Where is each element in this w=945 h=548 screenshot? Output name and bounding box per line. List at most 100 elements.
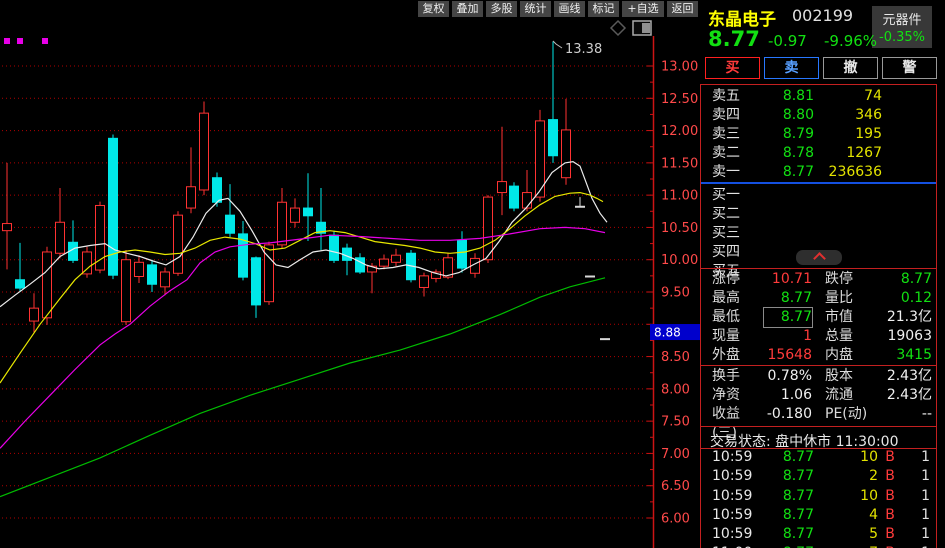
quote-stats-primary: 涨停10.71跌停8.77最高8.77量比0.12最低8.77市值21.3亿现量…	[700, 270, 936, 365]
tick-side-flag: B	[878, 467, 902, 486]
toolbar-button-画线[interactable]: 画线	[554, 1, 585, 17]
tick-side-flag: B	[878, 448, 902, 467]
bid-label: 买一	[712, 186, 750, 205]
axis-label: 12.50	[661, 92, 698, 107]
ask-label: 卖四	[712, 106, 750, 125]
chevron-up-icon	[813, 252, 826, 265]
stat-label: 最低	[712, 308, 764, 327]
alert-button[interactable]: 警	[882, 57, 937, 79]
panel-separator	[700, 365, 936, 366]
ask-row[interactable]: 卖二8.781267	[700, 144, 936, 163]
window-layout-icon-fill	[642, 23, 650, 33]
tick-time: 10:59	[712, 467, 756, 486]
ask-label: 卖二	[712, 144, 750, 163]
stat-value: 19063	[883, 327, 936, 346]
tick-count: 1	[902, 467, 936, 486]
tick-volume: 5	[814, 525, 878, 544]
tick-volume: 10	[814, 487, 878, 506]
signal-marker	[42, 38, 48, 44]
stat-row: 净资1.06流通2.43亿	[700, 386, 936, 405]
bid-label: 买四	[712, 243, 750, 262]
ask-label: 卖三	[712, 125, 750, 144]
candle-up	[30, 308, 39, 321]
panel-separator	[700, 448, 936, 449]
last-price: 8.77	[708, 27, 760, 51]
toolbar-button-+自选[interactable]: +自选	[622, 1, 664, 17]
sector-name: 元器件	[872, 9, 932, 28]
bid-row[interactable]: 买三	[700, 224, 936, 243]
axis-label: 7.50	[661, 415, 690, 430]
panel-separator	[700, 268, 936, 269]
bid-levels: 买一买二买三买四买五	[700, 186, 936, 281]
ask-price: 8.80	[750, 106, 814, 125]
ask-volume: 236636	[814, 163, 882, 182]
tick-row: 10:598.772B1	[700, 467, 936, 486]
tick-price: 8.77	[756, 467, 814, 486]
tick-row: 10:598.775B1	[700, 525, 936, 544]
stat-label: 收益(三)	[712, 405, 764, 424]
stat-label: 内盘	[825, 346, 883, 365]
sector-box[interactable]: 元器件 -0.35%	[872, 6, 932, 48]
ask-row[interactable]: 卖四8.80346	[700, 106, 936, 125]
bid-price	[750, 186, 814, 205]
toolbar-button-复权[interactable]: 复权	[418, 1, 449, 17]
bid-row[interactable]: 买二	[700, 205, 936, 224]
signal-marker	[17, 38, 23, 44]
price-change-pct: -9.96%	[824, 32, 877, 50]
stat-value: 1.06	[764, 386, 812, 405]
ask-volume: 1267	[814, 144, 882, 163]
ask-volume: 195	[814, 125, 882, 144]
stat-value: 3415	[883, 346, 936, 365]
stat-value: 0.78%	[764, 367, 812, 386]
buy-button[interactable]: 买	[705, 57, 760, 79]
tick-volume: 7	[814, 544, 878, 548]
axis-label: 11.00	[661, 189, 698, 204]
order-buttons: 买卖撤警	[705, 57, 937, 79]
axis-label: 7.00	[661, 447, 690, 462]
candle-up	[122, 260, 131, 322]
panel-border-right	[936, 84, 937, 548]
candle-down	[226, 215, 235, 233]
tick-count: 1	[902, 525, 936, 544]
kline-chart[interactable]: 13.0012.5012.0011.5011.0010.5010.009.508…	[0, 0, 705, 548]
toolbar-button-叠加[interactable]: 叠加	[452, 1, 483, 17]
diamond-icon[interactable]	[611, 21, 625, 35]
stat-label: 跌停	[825, 270, 883, 289]
ask-price: 8.78	[750, 144, 814, 163]
ask-levels: 卖五8.8174卖四8.80346卖三8.79195卖二8.781267卖一8.…	[700, 87, 936, 182]
candle-up	[200, 113, 209, 190]
bid-label: 买三	[712, 224, 750, 243]
candle-up	[174, 215, 183, 273]
ask-row[interactable]: 卖五8.8174	[700, 87, 936, 106]
tick-volume: 10	[814, 448, 878, 467]
ask-row[interactable]: 卖三8.79195	[700, 125, 936, 144]
candle-up	[392, 255, 401, 262]
ask-label: 卖一	[712, 163, 750, 182]
stat-row: 外盘15648 内盘3415	[700, 346, 936, 365]
tick-price: 8.77	[756, 525, 814, 544]
quote-panel: 东晶电子 002199 元器件 -0.35% 8.77 -0.97 -9.96%…	[700, 0, 945, 548]
toolbar-button-返回[interactable]: 返回	[667, 1, 698, 17]
candle-up	[135, 262, 144, 276]
time-and-sales: 10:598.7710B110:598.772B110:598.7710B110…	[700, 448, 936, 548]
candle-up	[3, 224, 12, 231]
candle-down	[458, 240, 467, 268]
stat-label: 外盘	[712, 346, 764, 365]
toolbar-button-统计[interactable]: 统计	[520, 1, 551, 17]
toolbar-button-标记[interactable]: 标记	[588, 1, 619, 17]
expand-orderbook-button[interactable]	[796, 250, 842, 265]
sell-button[interactable]: 卖	[764, 57, 819, 79]
ask-price: 8.81	[750, 87, 814, 106]
bid-volume	[814, 186, 882, 205]
stat-value: 15648	[764, 346, 812, 365]
toolbar-button-多股[interactable]: 多股	[486, 1, 517, 17]
bid-row[interactable]: 买一	[700, 186, 936, 205]
stat-row: 最低8.77市值21.3亿	[700, 308, 936, 327]
cancel-button[interactable]: 撤	[823, 57, 878, 79]
ask-row[interactable]: 卖一8.77236636	[700, 163, 936, 182]
stat-value: 10.71	[764, 270, 812, 289]
bid-price	[750, 205, 814, 224]
stat-value: -0.180	[764, 405, 812, 424]
ask-volume: 74	[814, 87, 882, 106]
panel-border-left	[700, 84, 701, 548]
